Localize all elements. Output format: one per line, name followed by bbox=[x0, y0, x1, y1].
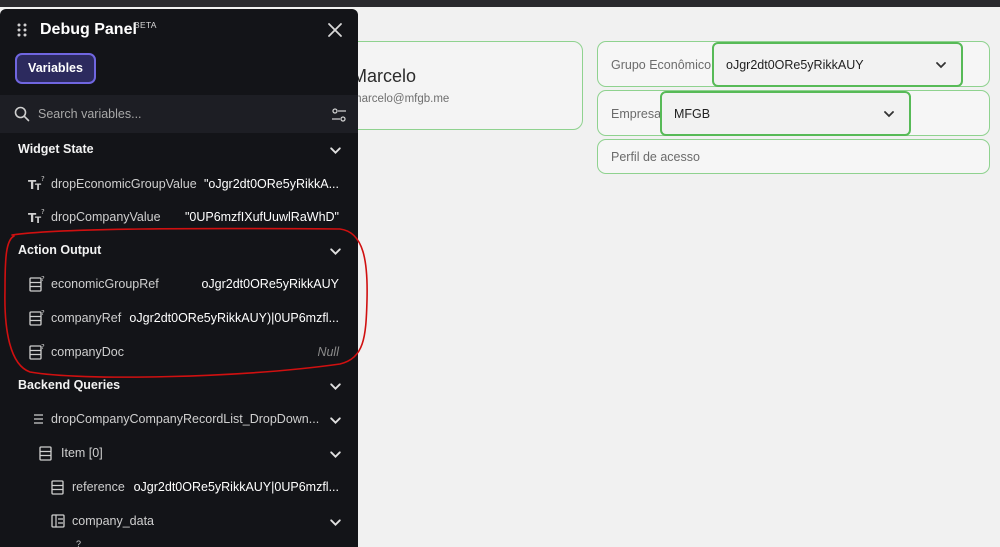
text-type-icon: T T ? bbox=[28, 208, 45, 226]
svg-text:?: ? bbox=[41, 175, 45, 183]
drag-handle-icon[interactable] bbox=[17, 23, 27, 37]
company-value: MFGB bbox=[674, 106, 711, 121]
section-backend-queries[interactable]: Backend Queries bbox=[18, 378, 120, 392]
partial-row-marker: ? bbox=[76, 539, 82, 547]
section-action-output[interactable]: Action Output bbox=[18, 243, 101, 257]
row-name-company-ref[interactable]: companyRef bbox=[51, 311, 121, 325]
section-widget-state[interactable]: Widget State bbox=[18, 142, 94, 156]
chevron-down-icon[interactable] bbox=[329, 245, 342, 258]
user-name: Marcelo bbox=[352, 66, 417, 86]
economic-group-label: Grupo Econômico bbox=[611, 58, 712, 72]
row-name-drop-economic-group-value[interactable]: dropEconomicGroupValue bbox=[51, 177, 197, 191]
access-profile-label: Perfil de acesso bbox=[611, 150, 700, 164]
filter-icon[interactable] bbox=[331, 107, 347, 123]
svg-text:?: ? bbox=[41, 309, 45, 317]
chevron-down-icon bbox=[884, 110, 894, 117]
search-icon bbox=[14, 106, 30, 122]
user-email: marcelo@mfgb.me bbox=[352, 93, 450, 105]
svg-text:T: T bbox=[35, 183, 42, 193]
debug-panel: Debug Panel BETA Variables Widget State … bbox=[0, 9, 358, 547]
tab-variables[interactable]: Variables bbox=[15, 53, 96, 84]
svg-text:?: ? bbox=[41, 275, 45, 283]
list-icon bbox=[34, 414, 43, 424]
document-ref-icon: ? bbox=[29, 275, 45, 292]
struct-icon bbox=[51, 514, 65, 528]
svg-text:?: ? bbox=[41, 208, 45, 216]
beta-badge: BETA bbox=[134, 20, 157, 30]
row-name-company-doc[interactable]: companyDoc bbox=[51, 345, 124, 359]
text-type-icon: T T ? bbox=[28, 175, 45, 193]
row-name-drop-company-value[interactable]: dropCompanyValue bbox=[51, 210, 161, 224]
chevron-down-icon[interactable] bbox=[329, 414, 342, 427]
chevron-down-icon[interactable] bbox=[329, 448, 342, 461]
panel-title: Debug Panel bbox=[40, 21, 137, 38]
company-dropdown[interactable]: MFGB bbox=[660, 91, 911, 136]
debug-panel-header: Debug Panel BETA bbox=[0, 9, 358, 53]
row-name-item-0[interactable]: Item [0] bbox=[61, 446, 103, 460]
search-input[interactable] bbox=[38, 104, 318, 124]
row-value-company-ref: oJgr2dt0ORe5yRikkAUY)|0UP6mzfl... bbox=[129, 311, 339, 325]
row-value-reference: oJgr2dt0ORe5yRikkAUY|0UP6mzfl... bbox=[133, 480, 339, 494]
chevron-down-icon[interactable] bbox=[329, 380, 342, 393]
row-value-drop-company-value: "0UP6mzfIXufUuwlRaWhD" bbox=[184, 210, 339, 224]
economic-group-value: oJgr2dt0ORe5yRikkAUY bbox=[726, 57, 864, 72]
svg-text:T: T bbox=[35, 216, 42, 226]
chevron-down-icon[interactable] bbox=[329, 516, 342, 529]
chevron-down-icon[interactable] bbox=[329, 144, 342, 157]
row-name-drop-company-record-list[interactable]: dropCompanyCompanyRecordList_DropDown... bbox=[51, 412, 319, 426]
top-bar bbox=[0, 0, 1000, 7]
svg-text:?: ? bbox=[41, 343, 45, 351]
economic-group-dropdown[interactable]: oJgr2dt0ORe5yRikkAUY bbox=[712, 42, 963, 87]
row-value-drop-economic-group-value: "oJgr2dt0ORe5yRikkA... bbox=[203, 177, 339, 191]
row-value-economic-group-ref: oJgr2dt0ORe5yRikkAUY bbox=[201, 277, 339, 291]
row-name-company-data[interactable]: company_data bbox=[72, 514, 154, 528]
row-name-reference[interactable]: reference bbox=[72, 480, 125, 494]
document-icon bbox=[39, 446, 52, 461]
document-ref-icon: ? bbox=[29, 343, 45, 360]
company-label: Empresa bbox=[611, 107, 662, 121]
document-icon bbox=[51, 480, 64, 495]
row-value-company-doc: Null bbox=[317, 345, 339, 359]
document-ref-icon: ? bbox=[29, 309, 45, 326]
close-icon[interactable] bbox=[326, 21, 344, 39]
chevron-down-icon bbox=[936, 61, 946, 68]
row-name-economic-group-ref[interactable]: economicGroupRef bbox=[51, 277, 159, 291]
search-bar bbox=[0, 95, 358, 133]
